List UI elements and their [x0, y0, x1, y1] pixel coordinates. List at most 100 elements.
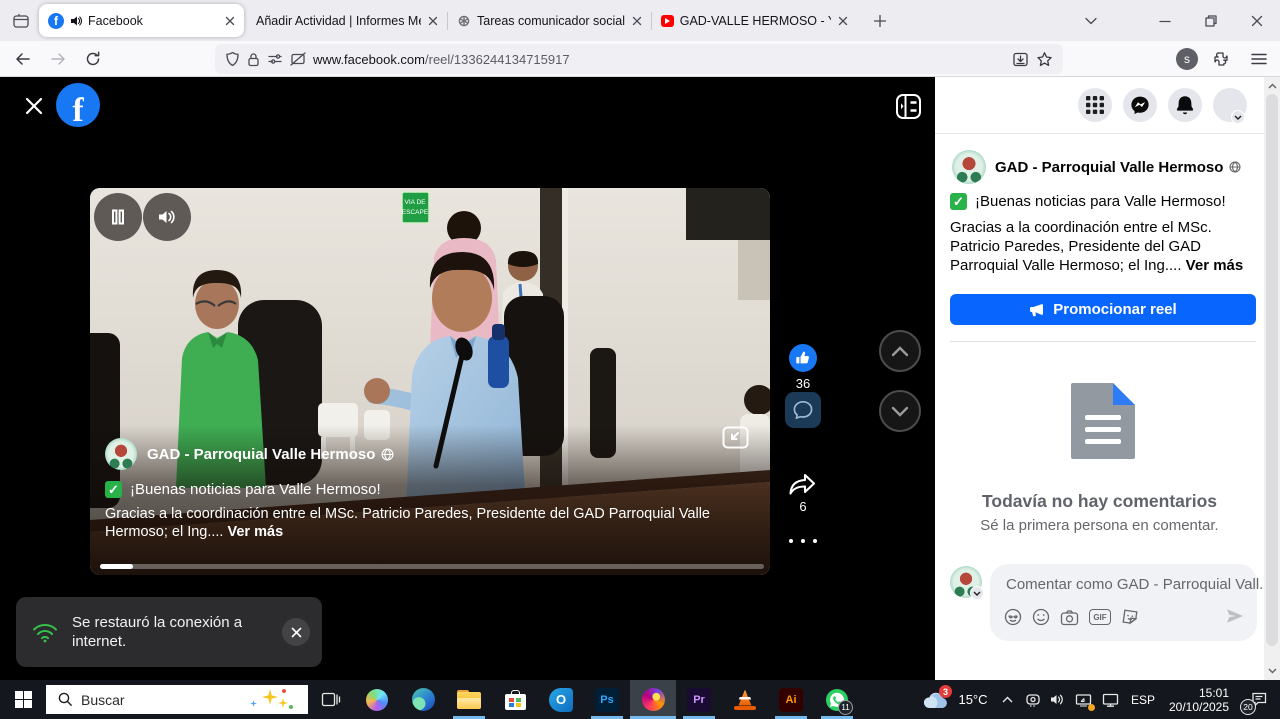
globe-icon — [1229, 161, 1241, 173]
url-bar[interactable]: www.facebook.com/reel/1336244134715917 — [215, 44, 1063, 74]
window-restore-button[interactable] — [1188, 0, 1234, 41]
extension-s-icon[interactable]: s — [1176, 48, 1198, 70]
comments-button[interactable] — [785, 392, 821, 428]
tab-close-icon[interactable] — [428, 16, 438, 26]
window-close-button[interactable] — [1234, 0, 1280, 41]
illustrator-button[interactable]: Ai — [768, 680, 814, 719]
tab-audio-icon[interactable] — [70, 15, 82, 27]
language-indicator[interactable]: ESP — [1124, 680, 1162, 719]
see-more-link[interactable]: Ver más — [1186, 257, 1244, 274]
task-view-icon — [321, 691, 341, 708]
facebook-logo[interactable]: f — [56, 83, 100, 127]
pause-button[interactable] — [94, 193, 142, 241]
extensions-puzzle-icon[interactable] — [1206, 44, 1236, 74]
page-avatar[interactable] — [952, 150, 986, 184]
connection-toast: Se restauró la conexión a internet. — [16, 597, 322, 667]
gif-icon[interactable]: GIF — [1089, 609, 1111, 625]
volume-tray-icon[interactable] — [1045, 680, 1070, 719]
reel-page-row[interactable]: GAD - Parroquial Valle Hermoso — [105, 438, 394, 470]
page-name[interactable]: GAD - Parroquial Valle Hermoso — [147, 446, 375, 463]
forward-button[interactable] — [43, 44, 73, 74]
tray-expand-icon[interactable] — [994, 680, 1020, 719]
reload-button[interactable] — [78, 44, 108, 74]
firefox-view-icon[interactable] — [6, 6, 36, 36]
sidebar-page-row[interactable]: GAD - Parroquial Valle Hermoso — [952, 150, 1241, 184]
composer-chevron-badge[interactable] — [970, 586, 984, 600]
photoshop-button[interactable]: Ps — [584, 680, 630, 719]
tray-device-icon[interactable] — [1020, 680, 1045, 719]
see-more-link[interactable]: Ver más — [228, 524, 284, 540]
permissions-icon[interactable] — [267, 52, 283, 66]
more-options-icon[interactable] — [789, 539, 817, 543]
edge-button[interactable] — [400, 680, 446, 719]
task-view-button[interactable] — [308, 680, 354, 719]
notifications-button[interactable] — [1168, 88, 1202, 122]
previous-reel-button[interactable] — [879, 330, 921, 372]
emoji-icon[interactable] — [1032, 608, 1050, 626]
tab-youtube[interactable]: GAD-VALLE HERMOSO - YouTub — [652, 4, 857, 37]
firefox-button[interactable] — [630, 680, 676, 719]
status-text: ¡Buenas noticias para Valle Hermoso! — [975, 193, 1226, 210]
collapse-panel-icon[interactable] — [895, 93, 922, 120]
cast-tray-icon[interactable] — [1070, 680, 1097, 719]
avatar-sticker-icon[interactable] — [1004, 608, 1022, 626]
lock-icon[interactable] — [247, 52, 260, 67]
scroll-up-icon[interactable] — [1264, 78, 1280, 94]
page-avatar[interactable] — [105, 438, 137, 470]
reel-video[interactable]: VIA DE ESCAPE — [90, 188, 770, 575]
comment-composer[interactable]: Comentar como GAD - Parroquial Vall... G… — [990, 564, 1257, 641]
action-center-button[interactable]: 20 — [1236, 680, 1280, 719]
bookmark-star-icon[interactable] — [1036, 51, 1053, 68]
copilot-button[interactable] — [354, 680, 400, 719]
sticker-icon[interactable] — [1121, 608, 1139, 626]
video-progress-bar[interactable] — [100, 564, 764, 569]
volume-button[interactable] — [143, 193, 191, 241]
messenger-button[interactable] — [1123, 88, 1157, 122]
window-minimize-button[interactable] — [1142, 0, 1188, 41]
microsoft-store-button[interactable] — [492, 680, 538, 719]
composer-placeholder[interactable]: Comentar como GAD - Parroquial Vall... — [1006, 576, 1272, 593]
blocked-media-icon[interactable] — [290, 52, 306, 66]
save-page-icon[interactable] — [1012, 51, 1029, 68]
comment-bubble-icon — [792, 399, 814, 421]
premiere-button[interactable]: Pr — [676, 680, 722, 719]
like-button[interactable] — [789, 344, 817, 372]
toast-close-button[interactable] — [282, 618, 310, 646]
search-highlights-icon[interactable] — [248, 689, 294, 711]
vlc-button[interactable] — [722, 680, 768, 719]
list-all-tabs-icon[interactable] — [1068, 0, 1114, 41]
reel-close-icon[interactable] — [22, 94, 46, 118]
menu-hamburger-icon[interactable] — [1244, 44, 1274, 74]
tab-facebook[interactable]: f Facebook — [39, 4, 244, 37]
camera-icon[interactable] — [1060, 609, 1079, 626]
tab-informes[interactable]: Añadir Actividad | Informes Mensua — [247, 4, 447, 37]
start-button[interactable] — [0, 680, 46, 719]
apps-grid-button[interactable] — [1078, 88, 1112, 122]
weather-tray-icon[interactable]: 3 — [918, 680, 952, 719]
taskbar-search[interactable]: Buscar — [46, 685, 308, 714]
tab-close-icon[interactable] — [225, 16, 235, 26]
tab-close-icon[interactable] — [838, 16, 848, 26]
scrollbar-thumb[interactable] — [1266, 94, 1278, 646]
promote-reel-button[interactable]: Promocionar reel — [950, 294, 1256, 325]
send-comment-icon[interactable] — [1226, 608, 1244, 624]
scroll-down-icon[interactable] — [1264, 663, 1280, 679]
page-scrollbar[interactable] — [1264, 77, 1280, 680]
share-button[interactable] — [787, 469, 819, 499]
picture-in-picture-icon[interactable] — [722, 426, 749, 449]
tab-close-icon[interactable] — [632, 16, 642, 26]
new-tab-button[interactable] — [865, 6, 895, 36]
clock[interactable]: 15:0120/10/2025 — [1162, 680, 1236, 719]
back-button[interactable] — [8, 44, 38, 74]
url-text[interactable]: www.facebook.com/reel/1336244134715917 — [313, 52, 1005, 67]
file-explorer-button[interactable] — [446, 680, 492, 719]
caption-text: Gracias a la coordinación entre el MSc. … — [950, 219, 1212, 274]
network-tray-icon[interactable] — [1097, 680, 1124, 719]
tab-tareas[interactable]: Tareas comunicador social GAD — [448, 4, 651, 37]
page-name[interactable]: GAD - Parroquial Valle Hermoso — [995, 159, 1223, 176]
temperature-label[interactable]: 15°C — [952, 680, 994, 719]
outlook-button[interactable]: O — [538, 680, 584, 719]
next-reel-button[interactable] — [879, 390, 921, 432]
whatsapp-button[interactable]: 11 — [814, 680, 860, 719]
shield-icon[interactable] — [225, 51, 240, 67]
